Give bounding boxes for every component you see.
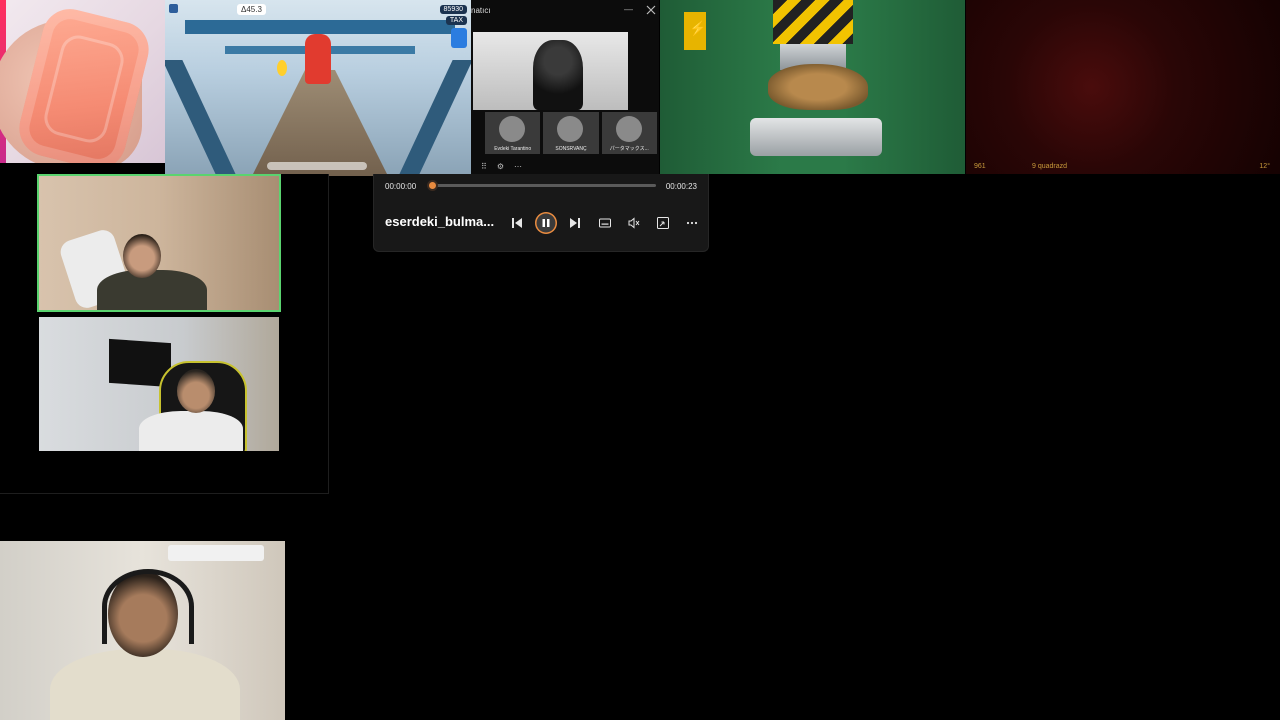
minimize-icon[interactable]: — [624, 4, 633, 14]
more-icon[interactable]: ⋯ [514, 162, 522, 174]
game-video-tile: Δ45.3 85930 TAX [165, 0, 471, 176]
coin-count: 85930 [439, 5, 467, 14]
subtitles-button[interactable] [594, 212, 616, 234]
close-icon[interactable] [645, 4, 657, 16]
bridge-beam [185, 20, 455, 34]
mute-button[interactable] [623, 212, 645, 234]
soap-video-tile [0, 0, 165, 163]
participant-tile[interactable]: Evdeki Tarantino [485, 112, 541, 154]
settings-icon[interactable]: ⚙ [497, 162, 504, 174]
webcam-feed[interactable] [39, 317, 279, 451]
runner-character [305, 34, 331, 84]
person-body [139, 411, 243, 451]
meeting-toolbar: ⠿ ⚙ ⋯ [481, 162, 522, 174]
participant-strip: Evdeki Tarantino SONSRVANÇ パータマックス... [485, 112, 657, 154]
press-head [773, 0, 853, 44]
duration: 00:00:23 [665, 182, 697, 191]
more-options-button[interactable] [681, 212, 703, 234]
participant-name: Evdeki Tarantino [494, 146, 532, 152]
grid-icon[interactable]: ⠿ [481, 162, 487, 174]
powerup-bar [267, 162, 367, 170]
more-icon [686, 221, 698, 225]
hydraulic-press-video-tile [660, 0, 965, 174]
person-head [123, 234, 161, 278]
meeting-window-tile: natıcı — Evdeki Tarantino SONSRVANÇ パータマ… [471, 0, 659, 176]
speaker-video [473, 32, 628, 110]
skip-previous-icon [512, 218, 522, 228]
bridge-truss-left [165, 60, 248, 176]
webcam-feed-active[interactable] [37, 174, 281, 312]
miniplayer-icon [657, 217, 669, 229]
hud-angle: 12° [1259, 163, 1270, 170]
air-conditioner [168, 545, 264, 561]
press-plate [750, 118, 882, 156]
avatar [557, 116, 584, 142]
avatar [499, 116, 525, 142]
participant-name: SONSRVANÇ [555, 146, 587, 152]
score-display: Δ45.3 [237, 4, 266, 15]
pause-button[interactable] [535, 212, 557, 234]
window-title: natıcı [471, 6, 491, 15]
seek-bar[interactable] [427, 180, 656, 191]
participant-tile[interactable]: パータマックス... [601, 112, 657, 154]
coin-icon [277, 60, 287, 76]
person-head [177, 369, 215, 413]
webcam-feed-large[interactable] [0, 541, 285, 720]
participant-tile[interactable]: SONSRVANÇ [543, 112, 599, 154]
avatar [615, 116, 642, 142]
hud-health: 961 [974, 163, 986, 170]
participant-name: パータマックス... [609, 146, 649, 152]
rail-track [245, 70, 395, 176]
file-name: eserdeki_bulma... [385, 214, 495, 229]
volume-muted-icon [628, 217, 640, 229]
bridge-truss-right [387, 60, 471, 176]
seek-handle[interactable] [427, 180, 438, 191]
media-player: 00:00:00 00:00:23 eserdeki_bulma... [373, 174, 709, 252]
high-voltage-sign [684, 12, 706, 50]
person-body [97, 270, 207, 310]
next-button[interactable] [564, 212, 586, 234]
dark-game-video-tile: 961 9 quadrazd 12° [966, 0, 1280, 174]
toy-animal [768, 64, 868, 110]
hud-ammo: 9 quadrazd [1032, 163, 1068, 170]
current-time: 00:00:00 [385, 182, 417, 191]
person-body [50, 649, 240, 720]
pause-icon [542, 219, 550, 227]
speaker-person [533, 40, 583, 110]
miniplayer-button[interactable] [652, 212, 674, 234]
pause-icon [169, 4, 178, 13]
subtitles-icon [599, 218, 611, 228]
stat-badge: TAX [445, 16, 467, 25]
player-avatar-icon [451, 28, 467, 48]
skip-next-icon [570, 218, 580, 228]
previous-button[interactable] [506, 212, 528, 234]
headset-icon [102, 569, 194, 644]
